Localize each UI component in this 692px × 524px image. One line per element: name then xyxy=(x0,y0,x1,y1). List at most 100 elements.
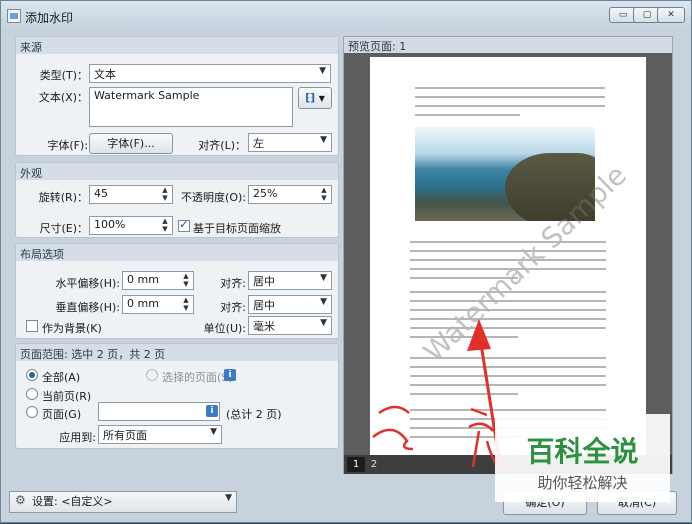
type-select[interactable]: 文本 ▼ xyxy=(89,64,331,83)
spin-arrows-icon[interactable]: ▲ ▼ xyxy=(160,186,170,202)
source-panel: 来源 类型(T)： 文本 ▼ 文本(X)： Watermark Sample ⁅… xyxy=(15,36,339,156)
text-line xyxy=(410,357,606,359)
v-offset-value: 0 mm xyxy=(127,297,159,310)
spin-arrows-icon[interactable]: ▲ ▼ xyxy=(181,272,191,288)
preview-panel: 预览页面: 1 Watermark Sample 1 2 xyxy=(343,36,673,474)
layout-panel: 布局选项 水平偏移(H): 0 mm ▲ ▼ 对齐: 居中 ▼ 垂直偏移(H): … xyxy=(15,243,339,339)
v-offset-label: 垂直偏移(H): xyxy=(55,301,120,314)
page-range-panel: 页面范围: 选中 2 页，共 2 页 全部(A) 选择的页面(S) i 当前页(… xyxy=(15,343,339,449)
add-watermark-dialog: 添加水印 ▭ ▢ ✕ 来源 类型(T)： 文本 ▼ 文本(X)： Waterma… xyxy=(0,0,692,523)
text-line xyxy=(415,105,605,107)
field-icon: ⁅⁆ xyxy=(305,91,316,104)
apply-to-value: 所有页面 xyxy=(103,429,147,442)
preview-title: 预览页面: 1 xyxy=(344,37,672,53)
text-line xyxy=(410,318,606,320)
v-align-select[interactable]: 居中 ▼ xyxy=(248,295,332,314)
unit-value: 毫米 xyxy=(253,320,275,333)
insert-field-button[interactable]: ⁅⁆ ▼ xyxy=(298,87,332,109)
font-button[interactable]: 字体(F)... xyxy=(89,133,173,154)
pages-label: 页面(G) xyxy=(42,408,82,421)
gear-icon: ⚙ xyxy=(15,493,26,507)
info-icon[interactable]: i xyxy=(206,405,218,417)
current-page-radio[interactable] xyxy=(26,388,38,400)
layout-header: 布局选项 xyxy=(16,244,338,261)
v-align-value: 居中 xyxy=(253,299,275,312)
source-header: 来源 xyxy=(16,37,338,54)
align-select[interactable]: 左 ▼ xyxy=(248,133,332,152)
chevron-down-icon: ▼ xyxy=(318,94,325,103)
align-label: 对齐(L)： xyxy=(198,139,246,152)
app-icon xyxy=(7,9,21,23)
chevron-down-icon: ▼ xyxy=(319,66,326,76)
chevron-down-icon: ▼ xyxy=(225,493,232,503)
h-align-label: 对齐: xyxy=(220,277,246,290)
text-line xyxy=(410,366,606,368)
brand-sub-text: 助你轻松解决 xyxy=(537,474,628,492)
text-line xyxy=(410,268,606,270)
total-pages-label: (总计 2 页) xyxy=(226,408,282,421)
spin-arrows-icon[interactable]: ▲ ▼ xyxy=(319,186,329,202)
h-offset-value: 0 mm xyxy=(127,273,159,286)
preview-page: Watermark Sample xyxy=(370,57,646,463)
text-line xyxy=(410,291,606,293)
v-align-label: 对齐: xyxy=(220,301,246,314)
opacity-value: 25% xyxy=(253,187,278,200)
text-line xyxy=(410,327,606,329)
opacity-spinbox[interactable]: 25% ▲ ▼ xyxy=(248,185,332,204)
font-label: 字体(F): xyxy=(47,139,88,152)
watermark-text-value: Watermark Sample xyxy=(94,89,200,102)
all-pages-label: 全部(A) xyxy=(42,371,81,384)
h-offset-label: 水平偏移(H): xyxy=(55,277,120,290)
rotation-value: 45 xyxy=(94,187,108,200)
pages-input[interactable] xyxy=(98,402,220,421)
text-line xyxy=(410,336,518,338)
apply-to-select[interactable]: 所有页面 ▼ xyxy=(98,425,222,444)
h-align-value: 居中 xyxy=(253,275,275,288)
title-bar: 添加水印 ▭ ▢ ✕ xyxy=(1,1,691,31)
text-line xyxy=(410,393,518,395)
text-line xyxy=(410,250,606,252)
text-label: 文本(X)： xyxy=(38,91,88,104)
text-line xyxy=(410,277,518,279)
type-value: 文本 xyxy=(94,68,116,81)
pages-radio[interactable] xyxy=(26,406,38,418)
text-line xyxy=(410,309,606,311)
scale-checkbox-label: 基于目标页面缩放 xyxy=(193,222,281,235)
text-line xyxy=(415,87,605,89)
background-checkbox[interactable] xyxy=(26,320,38,332)
all-pages-radio[interactable] xyxy=(26,369,38,381)
brand-main-text: 百科全说 xyxy=(526,435,639,468)
selected-pages-radio[interactable] xyxy=(146,369,158,381)
size-spinbox[interactable]: 100% ▲ ▼ xyxy=(89,216,173,235)
opacity-label: 不透明度(O): xyxy=(181,191,246,204)
spin-arrows-icon[interactable]: ▲ ▼ xyxy=(160,217,170,233)
close-button[interactable]: ✕ xyxy=(657,7,685,23)
page-tab-2[interactable]: 2 xyxy=(365,457,383,472)
chevron-down-icon: ▼ xyxy=(320,135,327,145)
appearance-panel: 外观 旋转(R)： 45 ▲ ▼ 不透明度(O): 25% ▲ ▼ 尺寸(E)： 1… xyxy=(15,162,339,238)
unit-label: 单位(U): xyxy=(203,322,246,335)
watermark-text-input[interactable]: Watermark Sample xyxy=(89,87,293,127)
rotation-spinbox[interactable]: 45 ▲ ▼ xyxy=(89,185,173,204)
text-line xyxy=(410,259,606,261)
text-line xyxy=(410,384,606,386)
v-offset-spinbox[interactable]: 0 mm ▲ ▼ xyxy=(122,295,194,314)
page-tab-1[interactable]: 1 xyxy=(347,457,365,472)
scale-checkbox[interactable] xyxy=(178,217,190,232)
selected-pages-label: 选择的页面(S) xyxy=(162,371,233,384)
rotation-label: 旋转(R)： xyxy=(38,191,88,204)
current-page-label: 当前页(R) xyxy=(42,390,92,403)
text-line xyxy=(415,96,605,98)
text-line xyxy=(410,375,606,377)
unit-select[interactable]: 毫米 ▼ xyxy=(248,316,332,335)
page-range-header: 页面范围: 选中 2 页，共 2 页 xyxy=(16,344,338,361)
preview-canvas: Watermark Sample xyxy=(344,53,672,463)
info-icon[interactable]: i xyxy=(224,369,236,381)
apply-to-label: 应用到: xyxy=(59,431,96,444)
settings-select[interactable]: ⚙ 设置: <自定义> ▼ xyxy=(9,491,237,513)
spin-arrows-icon[interactable]: ▲ ▼ xyxy=(181,296,191,312)
text-line xyxy=(410,409,606,411)
h-align-select[interactable]: 居中 ▼ xyxy=(248,271,332,290)
brand-watermark: 百科全说 助你轻松解决 xyxy=(495,414,670,502)
h-offset-spinbox[interactable]: 0 mm ▲ ▼ xyxy=(122,271,194,290)
